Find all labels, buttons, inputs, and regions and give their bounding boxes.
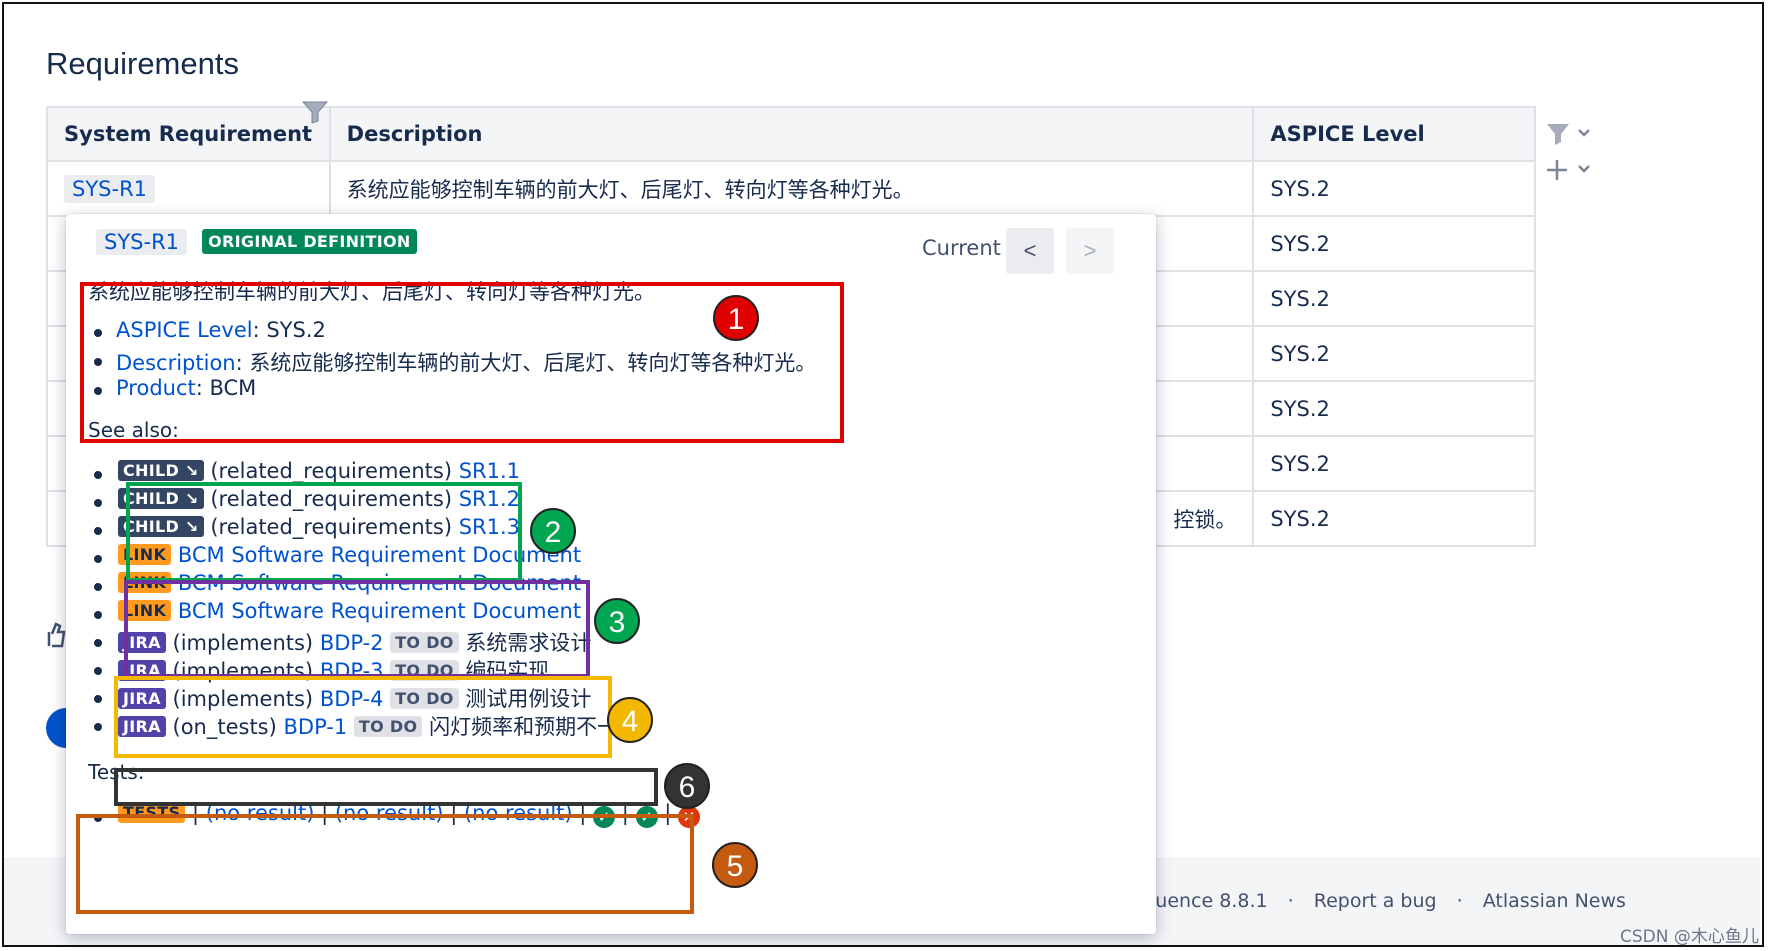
bullet — [94, 611, 102, 619]
watermark: CSDN @木心鱼儿 — [1620, 927, 1759, 947]
previous-version-button[interactable]: < — [1006, 228, 1054, 274]
like-icon[interactable] — [46, 620, 66, 654]
annotation-box-5 — [76, 814, 694, 914]
bullet — [94, 583, 102, 591]
annotation-number-3: 3 — [594, 598, 640, 644]
requirement-key-link[interactable]: SYS-R1 — [64, 174, 156, 203]
annotation-number-6: 6 — [664, 763, 710, 809]
aspice-level-cell: SYS.2 — [1252, 270, 1536, 327]
relation-type: (related_requirements) — [210, 459, 453, 483]
requirement-cell: SYS-R1 — [46, 160, 331, 217]
annotation-box-4 — [114, 676, 612, 758]
footer-separator: · — [1456, 890, 1463, 912]
annotation-number-5: 5 — [712, 842, 758, 888]
annotation-number-2: 2 — [530, 508, 576, 554]
aspice-level-cell: SYS.2 — [1252, 490, 1536, 547]
bullet — [94, 471, 102, 479]
child-lozenge: CHILD ↘ — [118, 460, 204, 481]
annotation-box-2 — [126, 482, 522, 582]
bullet — [94, 527, 102, 535]
footer-links: luence 8.8.1 · Report a bug · Atlassian … — [1150, 890, 1640, 912]
table-tools — [1545, 120, 1605, 190]
footer-separator: · — [1287, 890, 1294, 912]
annotation-box-6 — [114, 768, 658, 806]
column-header-description[interactable]: Description — [328, 106, 1255, 162]
annotation-number-1: 1 — [713, 295, 759, 341]
bullet — [94, 499, 102, 507]
aspice-level-cell: SYS.2 — [1252, 325, 1536, 382]
aspice-level-cell: SYS.2 — [1252, 380, 1536, 437]
bullet — [94, 555, 102, 563]
atlassian-news-link[interactable]: Atlassian News — [1483, 890, 1626, 912]
filter-dropdown-button[interactable] — [1545, 120, 1605, 150]
column-filter-icon[interactable] — [301, 100, 329, 124]
annotation-number-4: 4 — [607, 697, 653, 743]
next-version-button[interactable]: > — [1066, 228, 1114, 274]
bullet — [94, 639, 102, 647]
popup-requirement-key[interactable]: SYS-R1 — [96, 229, 188, 255]
column-header-system-requirement[interactable]: System Requirement — [46, 106, 331, 162]
bullet — [94, 667, 102, 675]
bullet — [94, 723, 102, 731]
description-cell: 系统应能够控制车辆的前大灯、后尾灯、转向灯等各种灯光。 — [328, 160, 1255, 217]
page-title: Requirements — [46, 46, 239, 81]
footer-version: luence 8.8.1 — [1150, 890, 1268, 912]
version-current-label: Current — [922, 236, 1001, 260]
original-definition-badge: ORIGINAL DEFINITION — [202, 229, 417, 254]
aspice-level-cell: SYS.2 — [1252, 215, 1536, 272]
aspice-level-cell: SYS.2 — [1252, 160, 1536, 217]
bullet — [94, 695, 102, 703]
relation-item: CHILD ↘ (related_requirements) SR1.1 — [118, 459, 520, 483]
relation-target-link[interactable]: SR1.1 — [459, 459, 520, 483]
table-row: SYS-R1 系统应能够控制车辆的前大灯、后尾灯、转向灯等各种灯光。 SYS.2 — [46, 160, 1536, 217]
report-bug-link[interactable]: Report a bug — [1314, 890, 1437, 912]
table-header-row: System Requirement Description ASPICE Le… — [46, 106, 1536, 162]
column-header-aspice-level[interactable]: ASPICE Level — [1252, 106, 1536, 162]
add-column-button[interactable] — [1545, 156, 1605, 186]
aspice-level-cell: SYS.2 — [1252, 435, 1536, 492]
annotation-box-3 — [124, 580, 590, 678]
